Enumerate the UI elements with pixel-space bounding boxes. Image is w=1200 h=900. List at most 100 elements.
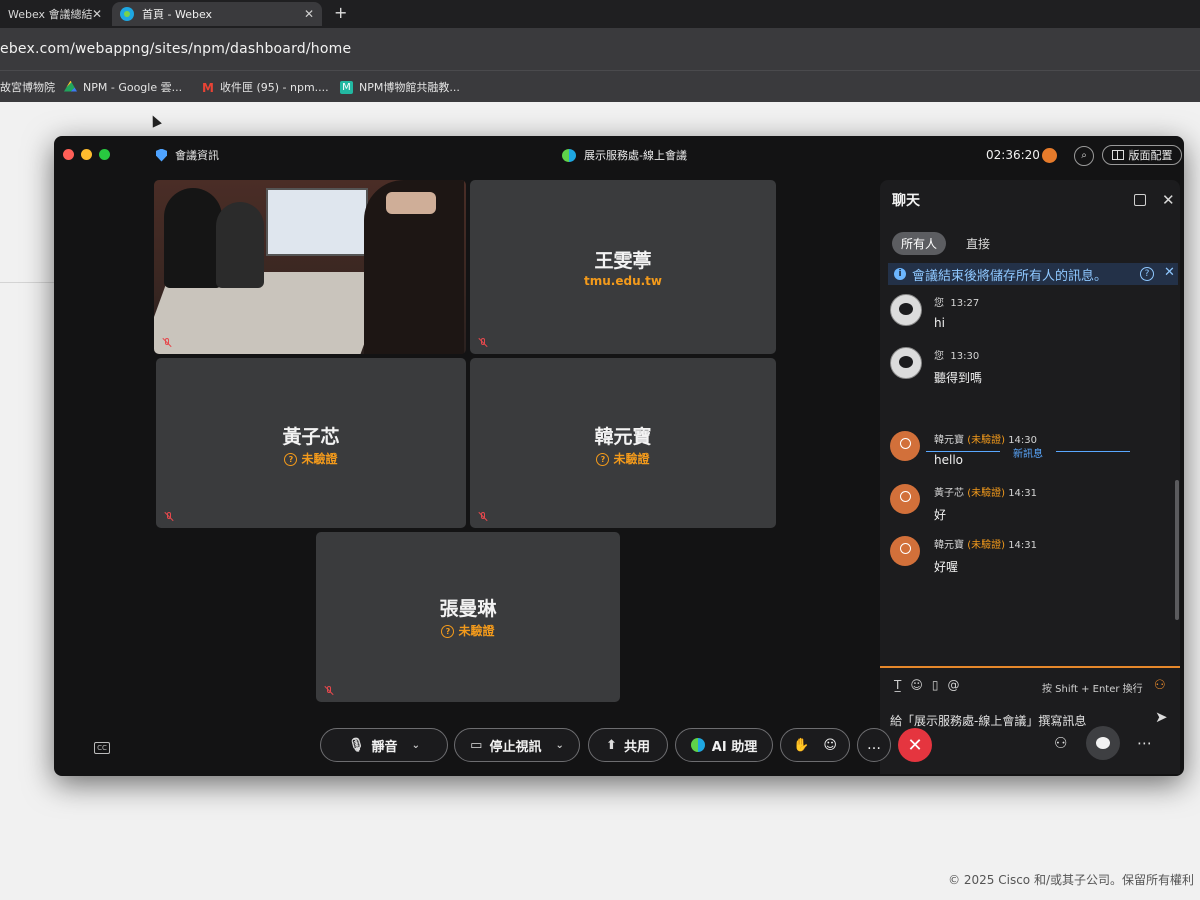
- bookmark-npm-museum[interactable]: 故宮博物院: [0, 79, 55, 95]
- stop-video-button[interactable]: ▭ 停止視訊 ⌄: [454, 728, 580, 762]
- camera-feed-person: [164, 188, 222, 288]
- more-icon[interactable]: ⋯: [1137, 734, 1152, 752]
- attachment-icon[interactable]: ▯: [932, 678, 939, 692]
- close-window-button[interactable]: [63, 149, 74, 160]
- user-avatar-icon: [890, 536, 920, 566]
- camera-feed-screen: [266, 188, 368, 256]
- message-text: 好: [934, 508, 947, 522]
- webex-favicon-icon: [120, 7, 134, 21]
- mention-icon[interactable]: @: [947, 678, 959, 692]
- bookmark-npm-inclusive[interactable]: M NPM博物館共融教...: [340, 79, 460, 95]
- recording-status-icon[interactable]: [1042, 148, 1057, 163]
- chat-scrollbar[interactable]: [1175, 480, 1179, 620]
- chevron-down-icon[interactable]: ⌄: [412, 740, 420, 751]
- browser-tab-webex-summary[interactable]: Webex 會議總結 ✕: [0, 2, 110, 26]
- participant-name: 王雯葶: [594, 250, 652, 272]
- text-format-icon[interactable]: T̲: [894, 678, 901, 692]
- unverified-badge: ? 未驗證: [316, 622, 620, 639]
- reactions-button[interactable]: ✋ ☺: [780, 728, 850, 762]
- emoji-icon[interactable]: ☺: [910, 678, 923, 692]
- webex-meeting-window: 會議資訊 展示服務處-線上會議 02:36:20 ⌕ 版面配置 王雯葶 tmu.…: [54, 136, 1184, 776]
- bookmark-m-icon: M: [340, 80, 353, 94]
- info-icon: i: [894, 268, 906, 280]
- address-bar: ebex.com/webappng/sites/npm/dashboard/ho…: [0, 28, 1200, 70]
- window-titlebar: 會議資訊 展示服務處-線上會議 02:36:20 ⌕ 版面配置: [54, 136, 1184, 174]
- people-icon[interactable]: ⚇: [1154, 678, 1166, 693]
- participant-name: 韓元寶: [594, 426, 652, 448]
- bookmark-gmail[interactable]: M 收件匣 (95) - npm....: [202, 79, 329, 95]
- composer-toolbar: T̲ ☺ ▯ @: [894, 678, 959, 692]
- popout-icon[interactable]: [1134, 194, 1146, 206]
- closed-captions-icon[interactable]: CC: [94, 742, 110, 754]
- tab-direct[interactable]: 直接: [966, 235, 990, 252]
- close-tab-icon[interactable]: ✕: [92, 7, 102, 21]
- divider: [0, 282, 54, 283]
- muted-mic-icon: [162, 338, 172, 348]
- message-meta: 韓元寶 (未驗證) 14:31: [934, 540, 1038, 551]
- close-icon[interactable]: ✕: [1162, 191, 1175, 209]
- participants-icon[interactable]: ⚇: [1054, 734, 1067, 752]
- chat-title: 聊天: [892, 193, 920, 209]
- camera-feed-person: [364, 180, 464, 354]
- question-icon: ?: [284, 453, 298, 466]
- more-options-button[interactable]: …: [857, 728, 891, 762]
- microphone-icon: 🎙: [348, 737, 365, 753]
- share-button[interactable]: ⬆ 共用: [588, 728, 668, 762]
- muted-mic-icon: [478, 512, 488, 522]
- participant-domain: tmu.edu.tw: [584, 274, 662, 288]
- meeting-timer: 02:36:20: [986, 148, 1040, 162]
- send-icon[interactable]: ➤: [1155, 708, 1168, 726]
- raise-hand-icon[interactable]: ✋: [793, 738, 809, 753]
- zoom-window-button[interactable]: [99, 149, 110, 160]
- tab-title: Webex 會議總結: [8, 8, 93, 21]
- message-meta: 您 13:27: [934, 298, 980, 309]
- message-meta: 黃子芯 (未驗證) 14:31: [934, 488, 1038, 499]
- ai-assistant-icon: [690, 738, 705, 752]
- message-meta: 您 13:30: [934, 351, 980, 362]
- layout-button[interactable]: 版面配置: [1102, 145, 1182, 165]
- camera-icon: ▭: [470, 737, 483, 753]
- muted-mic-icon: [478, 338, 488, 348]
- gmail-icon: M: [202, 80, 214, 95]
- muted-mic-icon: [324, 686, 334, 696]
- composer-divider: [880, 666, 1180, 668]
- message-input[interactable]: 給「展示服務處-線上會議」撰寫訊息: [890, 712, 1086, 729]
- url-text[interactable]: ebex.com/webappng/sites/npm/dashboard/ho…: [0, 41, 351, 57]
- video-tile-participant[interactable]: 張曼琳 ? 未驗證: [316, 532, 620, 702]
- tab-everyone[interactable]: 所有人: [892, 232, 947, 255]
- unverified-badge: ? 未驗證: [156, 450, 466, 467]
- meeting-info-button[interactable]: 會議資訊: [156, 147, 219, 163]
- help-icon[interactable]: ?: [1140, 267, 1154, 281]
- shield-icon: [156, 148, 167, 162]
- video-tile-camera[interactable]: [154, 180, 466, 354]
- webex-logo-icon: [562, 148, 576, 162]
- ai-assistant-button[interactable]: AI 助理: [675, 728, 773, 762]
- browser-tab-webex-home[interactable]: 首頁 - Webex ✕: [112, 2, 322, 26]
- chat-bubble-icon: [890, 347, 922, 379]
- bookmark-google-drive[interactable]: NPM - Google 雲...: [64, 79, 182, 95]
- mute-button[interactable]: 🎙 靜音 ⌄: [320, 728, 448, 762]
- layout-grid-icon: [1111, 150, 1124, 160]
- zoom-magnifier-icon[interactable]: ⌕: [1074, 146, 1094, 166]
- new-tab-icon[interactable]: +: [334, 3, 347, 22]
- copyright-text: © 2025 Cisco 和/或其子公司。保留所有權利: [948, 873, 1194, 887]
- chat-toggle-button[interactable]: [1086, 726, 1120, 760]
- minimize-window-button[interactable]: [81, 149, 92, 160]
- chevron-down-icon[interactable]: ⌄: [555, 740, 563, 751]
- end-call-button[interactable]: ✕: [898, 728, 932, 762]
- chat-panel: 聊天 ✕ 所有人 直接 i 會議結束後將儲存所有人的訊息。 ? ✕ 您 13:2…: [880, 180, 1180, 774]
- camera-feed-person: [216, 202, 264, 288]
- close-tab-icon[interactable]: ✕: [304, 7, 314, 21]
- video-tile-participant[interactable]: 黃子芯 ? 未驗證: [156, 358, 466, 528]
- close-icon[interactable]: ✕: [1164, 265, 1175, 280]
- bookmarks-bar: 故宮博物院 NPM - Google 雲... M 收件匣 (95) - npm.…: [0, 70, 1200, 103]
- chat-save-notice: i 會議結束後將儲存所有人的訊息。 ? ✕: [888, 263, 1178, 285]
- shift-enter-hint: 按 Shift + Enter 換行: [1042, 684, 1143, 695]
- message-text: hello: [934, 453, 963, 467]
- video-tile-participant[interactable]: 王雯葶 tmu.edu.tw: [470, 180, 776, 354]
- google-drive-icon: [64, 80, 77, 92]
- question-icon: ?: [441, 625, 455, 638]
- video-tile-participant[interactable]: 韓元寶 ? 未驗證: [470, 358, 776, 528]
- emoji-reaction-icon[interactable]: ☺: [823, 738, 837, 753]
- meeting-title: 展示服務處-線上會議: [562, 147, 687, 163]
